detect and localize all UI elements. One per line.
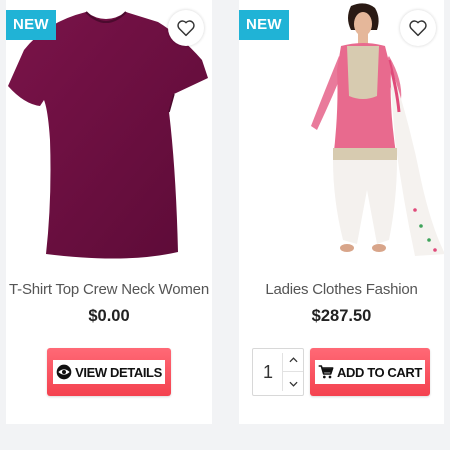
quantity-value[interactable]: 1 — [253, 349, 283, 395]
add-to-cart-button[interactable]: ADD TO CART — [310, 348, 430, 396]
product-card: NEW T-Shirt Top Crew Neck Women $0.00 VI… — [6, 0, 212, 424]
wishlist-button[interactable] — [400, 10, 436, 46]
heart-icon — [409, 20, 427, 37]
chevron-up-icon — [288, 357, 298, 363]
product-price: $287.50 — [311, 307, 372, 325]
product-title[interactable]: Ladies Clothes Fashion — [239, 281, 444, 298]
new-badge: NEW — [239, 10, 289, 40]
eye-icon — [56, 364, 72, 380]
quantity-increase-button[interactable] — [283, 349, 303, 372]
wishlist-button[interactable] — [168, 10, 204, 46]
view-details-button[interactable]: VIEW DETAILS — [47, 348, 171, 396]
quantity-stepper[interactable]: 1 — [252, 348, 304, 396]
heart-icon — [177, 20, 195, 37]
new-badge: NEW — [6, 10, 56, 40]
product-card: NEW Ladies Clothes Fashion $287.50 1 ADD… — [239, 0, 444, 424]
product-title[interactable]: T-Shirt Top Crew Neck Women — [6, 281, 212, 298]
add-to-cart-label: ADD TO CART — [337, 364, 422, 380]
quantity-decrease-button[interactable] — [283, 372, 303, 395]
view-details-label: VIEW DETAILS — [75, 364, 162, 380]
product-price: $0.00 — [88, 307, 130, 325]
chevron-down-icon — [288, 381, 298, 387]
cart-icon — [318, 365, 334, 379]
